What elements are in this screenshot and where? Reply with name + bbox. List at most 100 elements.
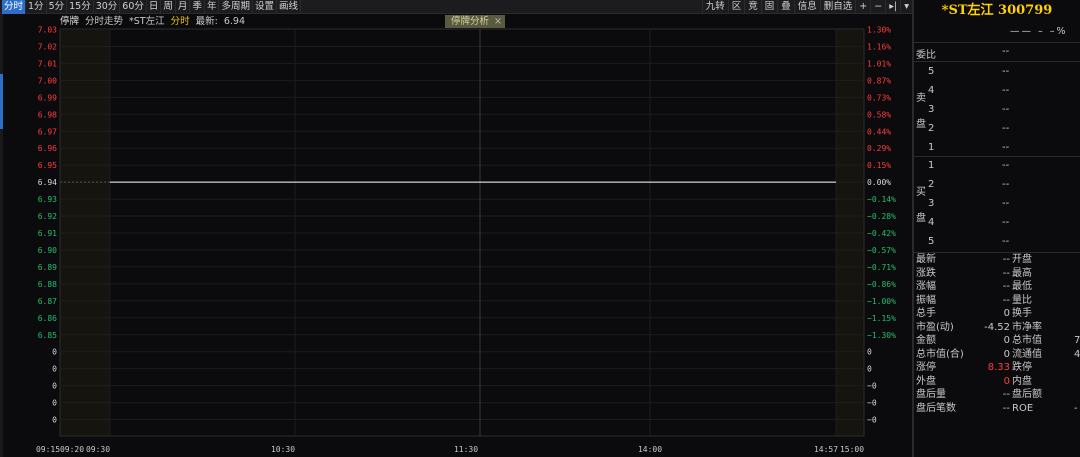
stat-value: 0 [1003, 348, 1010, 360]
buy-level-row[interactable]: 4 -- [928, 214, 1078, 232]
level-price: -- [1002, 142, 1010, 153]
price-tick-label: 0 [52, 365, 57, 374]
price-tick-label: 6.95 [38, 161, 57, 170]
time-tick-label: 11:30 [454, 445, 478, 454]
time-tick-label: 15:00 [840, 445, 864, 454]
sell-level-row[interactable]: 1 -- [928, 139, 1078, 157]
sell-level-row[interactable]: 5 -- [928, 63, 1078, 81]
stat-row: 总手 0 换手 [916, 307, 1080, 321]
intraday-chart[interactable]: 7.03 1.30% 7.02 1.16% 7.01 1.01% 7.00 0.87% 6.99… [0, 0, 912, 457]
price-tick-label: 6.93 [38, 195, 57, 204]
stat-label-right: 市净率 [1012, 321, 1042, 333]
level-price: -- [1002, 85, 1010, 96]
time-tick-label: 09:20 [60, 445, 84, 454]
level-price: -- [1002, 236, 1010, 247]
pct-tick-label: 1.16% [867, 42, 891, 51]
buy-level-row[interactable]: 2 -- [928, 176, 1078, 194]
price-tick-label: 6.97 [38, 127, 57, 136]
stat-row: 盘后量 -- 盘后额 [916, 388, 1080, 402]
level-price: -- [1002, 217, 1010, 228]
stat-value: -- [1002, 254, 1010, 265]
sell-char: 卖 [916, 93, 926, 104]
sell-level-row[interactable]: 2 -- [928, 120, 1078, 138]
level-price: -- [1002, 179, 1010, 190]
pct-tick-label: 0.87% [867, 76, 891, 85]
price-tick-label: 6.89 [38, 263, 57, 272]
stat-row: 盘后笔数 -- ROE - [916, 402, 1080, 416]
pct-tick-label: −0.28% [867, 212, 896, 221]
stat-label-right: 量比 [1012, 294, 1032, 306]
pct-tick-label: −0.14% [867, 195, 896, 204]
stat-value-right: 7 [1074, 335, 1080, 346]
stat-label: 外盘 [916, 375, 936, 387]
stat-label-right: 流通值 [1012, 348, 1042, 360]
level-number: 5 [928, 236, 935, 247]
price-tick-label: 6.85 [38, 331, 57, 340]
stat-label: 盘后笔数 [916, 402, 956, 414]
stat-value: -- [1002, 294, 1010, 306]
pct-tick-label: −1.15% [867, 314, 896, 323]
price-tick-label: 0 [52, 416, 57, 425]
buy-level-row[interactable]: 3 -- [928, 195, 1078, 213]
stat-row: 最新 -- 开盘 [916, 253, 1080, 267]
buy-level-row[interactable]: 1 -- [928, 157, 1078, 175]
sell-level-row[interactable]: 3 -- [928, 101, 1078, 119]
weibi-value: -- [1002, 46, 1010, 57]
stat-value: -4.52 [984, 321, 1010, 333]
stat-label-right: 换手 [1012, 308, 1032, 319]
stat-row: 总市值(合) 0 流通值 4 [916, 348, 1080, 362]
stat-label: 金额 [916, 335, 936, 346]
stock-title: *ST左江 300799 [941, 3, 1053, 18]
level-number: 3 [928, 198, 935, 209]
pct-tick-label: 1.30% [867, 26, 891, 35]
stat-label: 涨跌 [916, 267, 936, 279]
time-tick-label: 14:57 [814, 445, 838, 454]
sell-level-row[interactable]: 4 -- [928, 82, 1078, 100]
buy-level-row[interactable]: 5 -- [928, 233, 1078, 251]
stat-value-right: 4 [1074, 348, 1080, 360]
pan-char: 盘 [916, 119, 926, 130]
pct-tick-label: 1.01% [867, 59, 891, 68]
pct-tick-label: 0.15% [867, 161, 891, 170]
stat-label-right: 最低 [1012, 281, 1032, 292]
price-tick-label: 6.91 [38, 229, 57, 238]
level-price: -- [1002, 104, 1010, 115]
stat-label: 振幅 [916, 294, 936, 306]
level-price: -- [1002, 160, 1010, 171]
pan-char: 盘 [916, 213, 926, 224]
price-tick-label: 0 [52, 399, 57, 408]
pct-tick-label: 0.44% [867, 127, 891, 136]
price-tick-label: 6.87 [38, 297, 57, 306]
stat-value: -- [1002, 281, 1010, 292]
pct-tick-label: −1.30% [867, 331, 896, 340]
stat-value: 8.33 [987, 362, 1010, 373]
divider [914, 42, 1080, 43]
pct-tick-label: −0.57% [867, 246, 896, 255]
price-tick-label: 6.99 [38, 93, 57, 102]
price-tick-label: 7.01 [38, 59, 57, 68]
time-tick-label: 10:30 [271, 445, 295, 454]
stat-row: 外盘 0 内盘 [916, 375, 1080, 389]
stat-value: -- [1002, 402, 1010, 414]
pct-tick-label: 0.29% [867, 144, 891, 153]
level-price: -- [1002, 198, 1010, 209]
sell-side-label: 卖 盘 [916, 86, 928, 138]
weibi-label: 委比 [916, 50, 936, 61]
pct-tick-label: 0 [867, 348, 872, 357]
pct-tick-label: −0 [867, 382, 877, 391]
stat-label: 市盈(动) [916, 321, 954, 333]
price-tick-label: 7.03 [38, 26, 57, 35]
price-tick-label: 6.86 [38, 314, 57, 323]
stat-row: 涨幅 -- 最低 [916, 280, 1080, 294]
level-number: 2 [928, 123, 935, 134]
stat-value-right: - [1074, 402, 1078, 414]
stat-value: 0 [1003, 335, 1010, 346]
level-number: 1 [928, 160, 935, 171]
pct-tick-label: −0.71% [867, 263, 896, 272]
stat-row: 涨停 8.33 跌停 [916, 361, 1080, 375]
stat-row: 涨跌 -- 最高 [916, 267, 1080, 281]
level-price: -- [1002, 123, 1010, 134]
price-change-summary: —— – –% [1010, 26, 1068, 37]
level-number: 5 [928, 66, 935, 77]
pct-tick-label: −1.00% [867, 297, 896, 306]
